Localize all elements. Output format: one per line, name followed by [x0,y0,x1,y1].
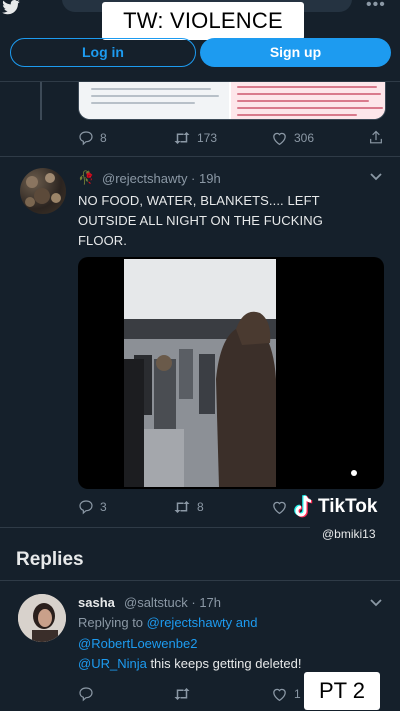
avatar[interactable] [20,168,66,214]
signup-button[interactable]: Sign up [200,38,391,67]
embedded-image-card[interactable] [78,82,386,120]
tweet-divider [0,156,400,157]
retweet-count: 8 [197,500,204,514]
chevron-down-icon[interactable] [370,596,382,610]
like-action[interactable]: 306 [271,130,314,146]
tiktok-logo-icon [294,494,313,518]
reply-text-body: this keeps getting deleted! [146,656,302,671]
login-button[interactable]: Log in [10,38,196,67]
replying-to: Replying to @rejectshawty and [78,615,257,630]
replying-user-link[interactable]: @rejectshawty and [147,615,258,630]
retweet-icon [174,688,190,700]
retweet-action[interactable] [173,686,197,702]
mention-link[interactable]: @UR_Ninja [78,656,147,671]
reply-count: 3 [100,500,107,514]
reply-text: @UR_Ninja this keeps getting deleted! [78,656,302,671]
tweet-text: NO FOOD, WATER, BLANKETS.... LEFT OUTSID… [78,191,378,251]
like-action[interactable]: 1 [271,686,301,702]
share-action[interactable] [368,129,390,146]
avatar[interactable] [18,594,66,642]
reply-icon [79,687,93,702]
embedded-screenshot-right [231,82,385,119]
replying-prefix: Replying to [78,615,144,630]
retweet-icon [174,132,190,144]
tweet-video[interactable] [78,257,384,489]
thread-line [40,82,42,120]
replies-divider [0,580,400,581]
reply-action[interactable]: 8 [78,130,107,146]
tweet-text-line: OUTSIDE ALL NIGHT ON THE FUCKING [78,213,323,228]
retweet-action[interactable]: 8 [173,499,204,515]
embedded-screenshot-left [79,82,229,119]
trigger-warning-label: TW: VIOLENCE [102,2,304,40]
retweet-count: 173 [197,131,218,145]
reply-author-name[interactable]: sasha [78,595,115,610]
tweet-divider [0,527,310,528]
heart-icon [273,132,286,146]
reply-icon [79,500,93,515]
chevron-down-icon[interactable] [370,170,382,184]
video-frame [124,259,276,487]
reply-icon [79,131,93,146]
tiktok-brand: TikTok [318,496,378,517]
top-bar: ••• TW: VIOLENCE Log in Sign up [0,0,400,82]
cursor-dot [351,470,357,476]
reply-action[interactable] [78,686,100,702]
tiktok-username: @bmiki13 [322,527,376,541]
tweet-handle-time[interactable]: @rejectshawty · 19h [102,171,221,186]
like-count: 306 [294,131,315,145]
replying-user-link[interactable]: @RobertLoewenbe2 [78,636,197,651]
tiktok-watermark: TikTok [292,494,377,520]
heart-icon [273,688,286,702]
tweet-text-line: FLOOR. [78,233,127,248]
part-label: PT 2 [304,672,380,710]
share-icon [370,130,382,144]
reply-handle-time[interactable]: @saltstuck · 17h [124,595,221,610]
like-action[interactable] [271,499,294,515]
like-count: 1 [294,687,301,701]
reply-count: 8 [100,131,107,145]
tweet-text-line: NO FOOD, WATER, BLANKETS.... LEFT [78,193,320,208]
rose-emoji: 🥀 [78,170,95,185]
reply-action[interactable]: 3 [78,499,107,515]
retweet-action[interactable]: 173 [173,130,217,146]
retweet-icon [174,501,190,513]
more-icon[interactable]: ••• [366,0,386,14]
twitter-bird-icon[interactable] [0,0,22,18]
heart-icon [273,501,286,515]
replies-heading: Replies [16,549,84,570]
